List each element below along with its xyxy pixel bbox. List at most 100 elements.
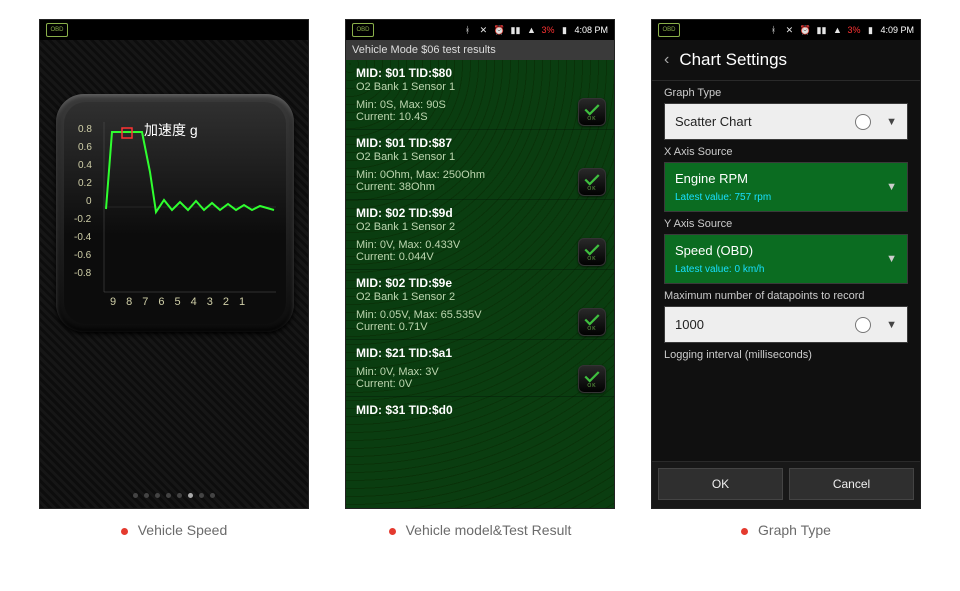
result-stats: Min: 0.05V, Max: 65.535VCurrent: 0.71V OK: [346, 305, 614, 340]
field-label-max-datapoints: Maximum number of datapoints to record: [664, 290, 908, 302]
result-item[interactable]: MID: $21 TID:$a1: [346, 340, 614, 362]
result-stats: Min: 0Ohm, Max: 250OhmCurrent: 38Ohm OK: [346, 165, 614, 200]
mute-icon: ✕: [477, 24, 489, 36]
screen-title: Vehicle Mode $06 test results: [346, 40, 614, 60]
result-minmax: Min: 0V, Max: 0.433V: [356, 239, 566, 251]
result-stats: Min: 0S, Max: 90SCurrent: 10.4S OK: [346, 95, 614, 130]
y-tick: 0.4: [78, 160, 92, 171]
x-axis-labels: 987654321: [110, 296, 255, 308]
back-icon[interactable]: ‹: [664, 51, 669, 69]
y-tick: 0.8: [78, 124, 92, 135]
status-bar: OBD: [40, 20, 308, 40]
result-mid: MID: $02 TID:$9e: [356, 276, 604, 290]
battery-level: 3%: [847, 25, 860, 35]
gauge-frame: 加速度 g 0.8 0.6: [56, 94, 294, 332]
result-current: Current: 0.71V: [356, 321, 566, 333]
caption-2: Vehicle model&Test Result: [346, 522, 614, 538]
result-item[interactable]: MID: $02 TID:$9dO2 Bank 1 Sensor 2: [346, 200, 614, 235]
bluetooth-icon: ᚼ: [767, 24, 779, 36]
field-label-x-axis: X Axis Source: [664, 146, 908, 158]
caption-3: Graph Type: [652, 522, 920, 538]
result-item[interactable]: MID: $01 TID:$87O2 Bank 1 Sensor 1: [346, 130, 614, 165]
result-stats: Min: 0V, Max: 3VCurrent: 0V OK: [346, 362, 614, 397]
signal-icon: ▮▮: [815, 24, 827, 36]
result-mid: MID: $31 TID:$d0: [356, 403, 604, 417]
y-axis-latest: Latest value: 0 km/h: [675, 264, 765, 275]
status-ok-badge: OK: [578, 98, 606, 126]
result-item[interactable]: MID: $31 TID:$d0: [346, 397, 614, 419]
dropdown-icon: ▼: [886, 116, 897, 128]
result-minmax: Min: 0Ohm, Max: 250Ohm: [356, 169, 566, 181]
y-tick: 0.2: [78, 178, 92, 189]
result-minmax: Min: 0S, Max: 90S: [356, 99, 566, 111]
result-item[interactable]: MID: $01 TID:$80O2 Bank 1 Sensor 1: [346, 60, 614, 95]
result-sensor: O2 Bank 1 Sensor 1: [356, 151, 604, 163]
radio-icon: [855, 317, 871, 333]
status-bar: OBD ᚼ ✕ ⏰ ▮▮ ▲ 3% ▮ 4:08 PM: [346, 20, 614, 40]
result-mid: MID: $01 TID:$87: [356, 136, 604, 150]
y-tick: -0.4: [74, 232, 91, 243]
wifi-icon: ▲: [525, 24, 537, 36]
result-current: Current: 38Ohm: [356, 181, 566, 193]
bluetooth-icon: ᚼ: [461, 24, 473, 36]
clock: 4:09 PM: [880, 25, 914, 35]
result-item[interactable]: MID: $02 TID:$9eO2 Bank 1 Sensor 2: [346, 270, 614, 305]
result-mid: MID: $02 TID:$9d: [356, 206, 604, 220]
y-tick: -0.2: [74, 214, 91, 225]
result-mid: MID: $01 TID:$80: [356, 66, 604, 80]
page-title: Chart Settings: [679, 50, 787, 70]
result-minmax: Min: 0V, Max: 3V: [356, 366, 566, 378]
field-label-logging-interval: Logging interval (milliseconds): [664, 349, 908, 361]
obd-badge-icon: OBD: [658, 23, 680, 37]
signal-icon: ▮▮: [509, 24, 521, 36]
battery-icon: ▮: [864, 24, 876, 36]
battery-level: 3%: [541, 25, 554, 35]
alarm-icon: ⏰: [799, 24, 811, 36]
field-label-graph-type: Graph Type: [664, 87, 908, 99]
result-current: Current: 10.4S: [356, 111, 566, 123]
result-current: Current: 0.044V: [356, 251, 566, 263]
ok-button[interactable]: OK: [658, 468, 783, 500]
y-tick: 0.6: [78, 142, 92, 153]
status-ok-badge: OK: [578, 365, 606, 393]
max-datapoints-selector[interactable]: 1000 ▼: [664, 306, 908, 343]
result-stats: Min: 0V, Max: 0.433VCurrent: 0.044V OK: [346, 235, 614, 270]
page-indicator[interactable]: [133, 493, 215, 498]
alarm-icon: ⏰: [493, 24, 505, 36]
status-bar: OBD ᚼ ✕ ⏰ ▮▮ ▲ 3% ▮ 4:09 PM: [652, 20, 920, 40]
status-ok-badge: OK: [578, 238, 606, 266]
x-axis-selector[interactable]: Engine RPM Latest value: 757 rpm ▼: [664, 162, 908, 212]
phone-chart-settings: OBD ᚼ ✕ ⏰ ▮▮ ▲ 3% ▮ 4:09 PM ‹ Chart Sett…: [652, 20, 920, 508]
gauge-screen: 加速度 g 0.8 0.6: [40, 40, 308, 508]
y-axis-selector[interactable]: Speed (OBD) Latest value: 0 km/h ▼: [664, 234, 908, 284]
status-ok-badge: OK: [578, 168, 606, 196]
y-tick: -0.6: [74, 250, 91, 261]
obd-badge-icon: OBD: [352, 23, 374, 37]
dropdown-icon: ▼: [886, 181, 897, 193]
obd-badge-icon: OBD: [46, 23, 68, 37]
mute-icon: ✕: [783, 24, 795, 36]
status-ok-badge: OK: [578, 308, 606, 336]
battery-icon: ▮: [558, 24, 570, 36]
test-results-list[interactable]: MID: $01 TID:$80O2 Bank 1 Sensor 1Min: 0…: [346, 60, 614, 508]
dropdown-icon: ▼: [886, 253, 897, 265]
graph-type-value: Scatter Chart: [675, 114, 752, 129]
phone-test-results: OBD ᚼ ✕ ⏰ ▮▮ ▲ 3% ▮ 4:08 PM Vehicle Mode…: [346, 20, 614, 508]
result-sensor: O2 Bank 1 Sensor 2: [356, 291, 604, 303]
y-axis-value: Speed (OBD): [675, 243, 753, 258]
cancel-button[interactable]: Cancel: [789, 468, 914, 500]
x-axis-value: Engine RPM: [675, 171, 748, 186]
max-datapoints-value: 1000: [675, 317, 704, 332]
radio-icon: [855, 114, 871, 130]
graph-type-selector[interactable]: Scatter Chart ▼: [664, 103, 908, 140]
clock: 4:08 PM: [574, 25, 608, 35]
result-sensor: O2 Bank 1 Sensor 2: [356, 221, 604, 233]
result-sensor: O2 Bank 1 Sensor 1: [356, 81, 604, 93]
result-minmax: Min: 0.05V, Max: 65.535V: [356, 309, 566, 321]
phone-vehicle-speed: OBD 加速度 g: [40, 20, 308, 508]
acceleration-chart: [64, 102, 286, 324]
settings-header: ‹ Chart Settings: [652, 40, 920, 81]
y-tick: 0: [86, 196, 92, 207]
y-tick: -0.8: [74, 268, 91, 279]
result-current: Current: 0V: [356, 378, 566, 390]
